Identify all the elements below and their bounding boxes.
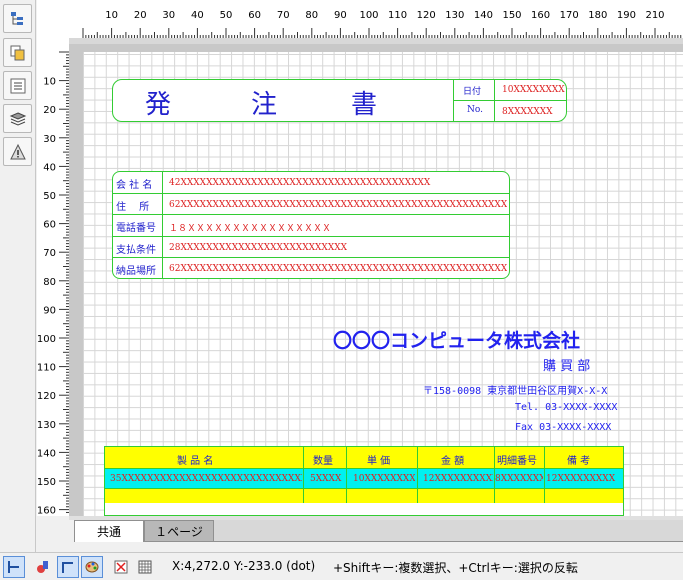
date-label: 日付 <box>463 87 482 97</box>
tab-common[interactable]: 共通 <box>74 520 144 542</box>
row-detail-no: 8XXXXXXX <box>495 474 543 484</box>
align-left-icon[interactable] <box>3 556 25 578</box>
paint-icon[interactable] <box>32 556 54 578</box>
ruler-label: 60 <box>248 10 261 21</box>
header-product: 製 品 名 <box>177 456 214 467</box>
tree-icon[interactable] <box>3 4 32 33</box>
ruler-label: 100 <box>359 10 378 21</box>
address-label: 住 所 <box>116 202 150 213</box>
ruler-label: 150 <box>37 477 56 488</box>
row-unit-price: 10XXXXXXXX <box>353 474 415 484</box>
ruler-label: 50 <box>43 191 56 202</box>
delivery-label: 納品場所 <box>116 266 156 277</box>
header-remarks: 備 考 <box>567 456 591 467</box>
company-label: 会 社 名 <box>116 180 153 191</box>
row-remarks: 12XXXXXXXXX <box>546 474 616 484</box>
report-page[interactable]: 発 注 書 日付 10XXXXXXXX No. 8XXXXXXX 会 社 名 4… <box>83 52 683 516</box>
ruler-label: 120 <box>37 391 56 402</box>
tab-page-1[interactable]: １ページ <box>144 520 214 542</box>
left-toolbar <box>0 0 36 552</box>
header-detail-no: 明細番号 <box>497 456 537 467</box>
grid-icon[interactable] <box>134 556 156 578</box>
ruler-label: 190 <box>617 10 636 21</box>
ruler-label: 170 <box>560 10 579 21</box>
vertical-ruler: 10 20 30 40 50 60 70 80 90 100 110 120 130 140 150 160 <box>37 44 69 516</box>
items-table[interactable]: 製 品 名 数量 単 価 金 額 明細番号 備 考 35XXXXXXXXXXXX… <box>104 446 624 516</box>
list-icon[interactable] <box>3 71 32 100</box>
ruler-label: 10 <box>43 77 56 88</box>
date-value: 10XXXXXXXX <box>502 85 565 95</box>
ruler-label: 30 <box>162 10 175 21</box>
row-product: 35XXXXXXXXXXXXXXXXXXXXXXXXXXXXXXXXX <box>110 474 302 484</box>
status-hint: +Shiftキー:複数選択、+Ctrlキー:選択の反転 <box>333 561 578 575</box>
status-bar: X:4,272.0 Y:-233.0 (dot) +Shiftキー:複数選択、+… <box>0 552 683 580</box>
ruler-label: 40 <box>191 10 204 21</box>
ruler-label: 130 <box>37 420 56 431</box>
company-tel: Tel. 03-XXXX-XXXX <box>515 402 618 413</box>
address-value: 62XXXXXXXXXXXXXXXXXXXXXXXXXXXXXXXXXXXXXX… <box>169 200 507 210</box>
warning-icon[interactable] <box>3 137 32 166</box>
layers-icon[interactable] <box>3 104 32 133</box>
row-amount: 12XXXXXXXXXX <box>423 474 493 484</box>
ruler-label: 110 <box>388 10 407 21</box>
payment-value: 28XXXXXXXXXXXXXXXXXXXXXXXXXX <box>169 243 348 253</box>
header-unit-price: 単 価 <box>367 456 391 467</box>
ruler-label: 10 <box>105 10 118 21</box>
dept-name: 購 買 部 <box>543 359 591 374</box>
ruler-label: 20 <box>43 105 56 116</box>
no-value: 8XXXXXXX <box>502 107 553 117</box>
ruler-label: 150 <box>502 10 521 21</box>
cursor-coordinates: X:4,272.0 Y:-233.0 (dot) <box>172 559 316 573</box>
company-name: 〇〇〇コンピュータ株式会社 <box>333 330 581 352</box>
header-qty: 数量 <box>313 456 333 467</box>
horizontal-ruler: 10 20 30 40 50 60 70 80 90 100 110 120 130 140 150 160 1… <box>69 0 683 38</box>
ruler-label: 210 <box>645 10 664 21</box>
ruler-label: 20 <box>134 10 147 21</box>
design-canvas[interactable]: 発 注 書 日付 10XXXXXXXX No. 8XXXXXXX 会 社 名 4… <box>69 44 683 516</box>
header-amount: 金 額 <box>441 456 465 467</box>
corner-icon[interactable] <box>57 556 79 578</box>
ruler-label: 160 <box>531 10 550 21</box>
phone-value: １８ＸＸＸＸＸＸＸＸＸＸＸＸＸＸＸＸ <box>169 224 332 234</box>
ruler-label: 130 <box>445 10 464 21</box>
payment-label: 支払条件 <box>116 245 156 256</box>
row-qty: 5XXXX <box>310 474 342 484</box>
ruler-corner <box>37 0 69 44</box>
ruler-label: 140 <box>37 448 56 459</box>
ruler-label: 60 <box>43 220 56 231</box>
ruler-label: 40 <box>43 162 56 173</box>
delivery-value: 62XXXXXXXXXXXXXXXXXXXXXXXXXXXXXXXXXXXXXX… <box>169 264 507 274</box>
ruler-label: 110 <box>37 363 56 374</box>
company-value: 42XXXXXXXXXXXXXXXXXXXXXXXXXXXXXXXXXXXXXX… <box>169 178 431 188</box>
ruler-label: 160 <box>37 506 56 516</box>
title-char-1: 発 <box>145 90 172 120</box>
ruler-label: 120 <box>417 10 436 21</box>
ruler-label: 70 <box>43 248 56 259</box>
title-char-3: 書 <box>351 90 378 120</box>
ruler-label: 180 <box>588 10 607 21</box>
ruler-label: 80 <box>305 10 318 21</box>
ruler-label: 100 <box>37 334 56 345</box>
ruler-label: 90 <box>43 305 56 316</box>
company-fax: Fax 03-XXXX-XXXX <box>515 422 612 433</box>
ruler-label: 30 <box>43 134 56 145</box>
palette-icon[interactable] <box>81 556 103 578</box>
ruler-label: 140 <box>474 10 493 21</box>
copy-icon[interactable] <box>3 38 32 67</box>
phone-label: 電話番号 <box>116 223 156 234</box>
title-char-2: 注 <box>251 90 278 120</box>
company-address: 〒158-0098 東京都世田谷区用賀X-X-X <box>423 386 608 397</box>
delete-box-icon[interactable] <box>110 556 132 578</box>
ruler-label: 80 <box>43 277 56 288</box>
ruler-label: 50 <box>220 10 233 21</box>
ruler-label: 90 <box>334 10 347 21</box>
no-label: No. <box>467 105 483 115</box>
ruler-label: 70 <box>277 10 290 21</box>
